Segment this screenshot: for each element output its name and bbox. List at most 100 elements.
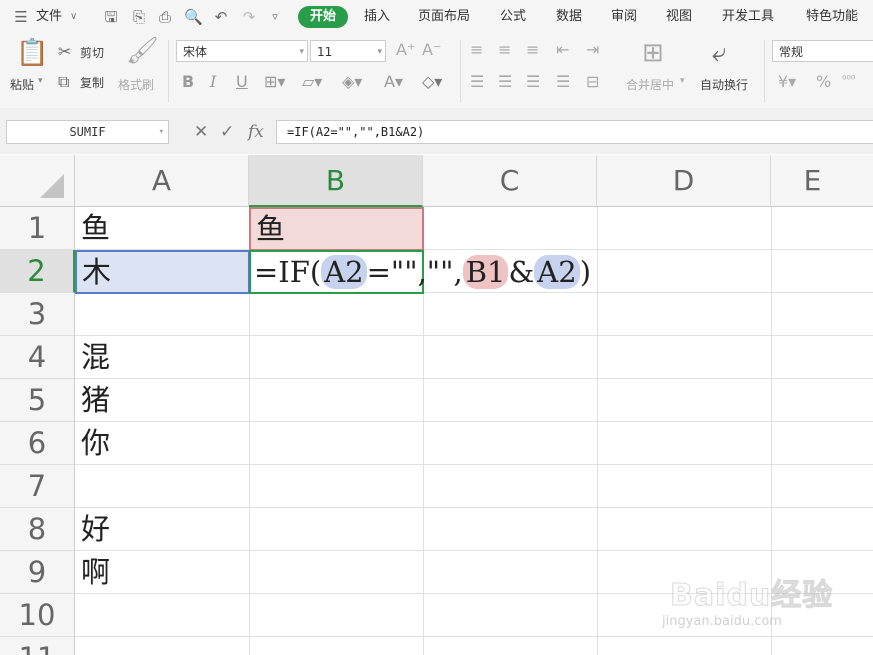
increase-font-icon[interactable]: A⁺ <box>396 40 415 60</box>
align-middle-icon[interactable]: ≡ <box>498 40 511 60</box>
ribbon-divider <box>168 40 169 102</box>
scissors-icon[interactable]: ✂ <box>58 42 71 62</box>
paste-icon[interactable]: 📋 <box>16 38 48 68</box>
column-header-b[interactable]: B <box>249 155 423 207</box>
number-format-select[interactable]: 常规 <box>772 40 873 62</box>
formula-ref-a2: A2 <box>534 255 580 289</box>
row-header-2[interactable]: 2 <box>0 250 75 293</box>
tab-page-layout[interactable]: 页面布局 <box>418 0 470 34</box>
tab-home[interactable]: 开始 <box>298 6 348 28</box>
decrease-indent-icon[interactable]: ⇤ <box>556 40 569 60</box>
clear-format-icon[interactable]: ◇▾ <box>422 72 442 92</box>
hamburger-menu-icon[interactable]: ☰ <box>12 8 30 26</box>
tab-data[interactable]: 数据 <box>556 0 582 34</box>
cancel-icon[interactable]: ✕ <box>194 122 208 142</box>
italic-icon[interactable]: I <box>210 72 216 92</box>
wrap-text-icon[interactable]: ⤶ <box>712 38 727 68</box>
formula-text: & <box>508 255 535 289</box>
cell-a2[interactable]: 木 <box>75 250 250 294</box>
tab-special-features[interactable]: 特色功能 <box>806 0 858 34</box>
cell-style-icon[interactable]: ▱▾ <box>302 72 322 92</box>
redo-icon[interactable]: ↷ <box>240 8 258 26</box>
row-header-4[interactable]: 4 <box>0 336 75 379</box>
insert-function-icon[interactable]: fx <box>248 122 264 142</box>
fill-color-icon[interactable]: ◈▾ <box>342 72 362 92</box>
row-header-10[interactable]: 10 <box>0 594 75 637</box>
column-header-d[interactable]: D <box>597 155 771 207</box>
merge-center-button[interactable]: 合并居中 <box>626 76 674 93</box>
align-center-icon[interactable]: ☰ <box>498 72 512 92</box>
font-size-value: 11 <box>317 45 333 59</box>
row-header-9[interactable]: 9 <box>0 551 75 594</box>
formula-input[interactable]: =IF(A2="","",B1&A2) <box>276 120 873 144</box>
print-preview-icon[interactable]: 🔍 <box>184 8 203 26</box>
align-bottom-icon[interactable]: ≡ <box>526 40 539 60</box>
undo-icon[interactable]: ↶ <box>212 8 230 26</box>
print-icon[interactable]: ⎙ <box>156 8 174 26</box>
font-name-select[interactable]: 宋体 ▾ <box>176 40 308 62</box>
bold-icon[interactable]: B <box>182 72 194 92</box>
cell-a9[interactable]: 啊 <box>75 551 249 594</box>
align-left-icon[interactable]: ☰ <box>470 72 484 92</box>
cell-a8[interactable]: 好 <box>75 508 249 551</box>
row-header-11[interactable]: 11 <box>0 637 75 655</box>
name-box[interactable]: SUMIF ▾ <box>6 120 169 144</box>
paste-dropdown-icon[interactable]: ▾ <box>38 76 43 86</box>
cell-b2-editing[interactable]: =IF(A2 ="","", B1 & A2) <box>249 250 591 294</box>
format-painter-icon[interactable]: 🖌 <box>126 36 159 66</box>
file-dropdown-icon[interactable]: ∨ <box>70 0 77 34</box>
row-header-1[interactable]: 1 <box>0 207 75 250</box>
cut-button[interactable]: 剪切 <box>80 44 104 61</box>
align-top-icon[interactable]: ≡ <box>470 40 483 60</box>
confirm-icon[interactable]: ✓ <box>220 122 234 142</box>
align-right-icon[interactable]: ☰ <box>526 72 540 92</box>
tab-view[interactable]: 视图 <box>666 0 692 34</box>
column-header-e[interactable]: E <box>771 155 873 207</box>
column-header-a[interactable]: A <box>75 155 249 207</box>
row-header-6[interactable]: 6 <box>0 422 75 465</box>
decrease-font-icon[interactable]: A⁻ <box>422 40 441 60</box>
gridline <box>597 207 598 655</box>
chevron-down-icon: ▾ <box>158 127 164 137</box>
copy-icon[interactable]: ⧉ <box>58 72 69 92</box>
formula-ref-b1: B1 <box>462 255 509 289</box>
justify-icon[interactable]: ☰ <box>556 72 570 92</box>
row-header-7[interactable]: 7 <box>0 465 75 508</box>
save-icon[interactable]: 🖫 <box>102 8 120 26</box>
row-header-8[interactable]: 8 <box>0 508 75 551</box>
tab-developer[interactable]: 开发工具 <box>722 0 774 34</box>
merge-dropdown-icon[interactable]: ▾ <box>680 76 685 86</box>
row-header-5[interactable]: 5 <box>0 379 75 422</box>
file-menu[interactable]: 文件 <box>36 0 62 34</box>
select-all-corner[interactable] <box>0 155 75 207</box>
borders-icon[interactable]: ⊞▾ <box>264 72 285 92</box>
font-size-select[interactable]: 11 ▾ <box>310 40 386 62</box>
cell-a4[interactable]: 混 <box>75 336 249 379</box>
cell-a6[interactable]: 你 <box>75 422 249 465</box>
underline-icon[interactable]: U <box>236 72 248 92</box>
wrap-text-button[interactable]: 自动换行 <box>700 76 748 93</box>
menu-bar: ☰ 文件 ∨ 🖫 ⎘ ⎙ 🔍 ↶ ↷ ▿ 开始 插入 页面布局 公式 数据 审阅… <box>0 0 873 34</box>
distributed-icon[interactable]: ⊟ <box>586 72 599 92</box>
paste-button[interactable]: 粘贴 <box>10 76 34 93</box>
thousands-separator-icon[interactable]: ⁰⁰⁰ <box>842 70 855 90</box>
cell-a1[interactable]: 鱼 <box>75 207 249 250</box>
tab-insert[interactable]: 插入 <box>364 0 390 34</box>
increase-indent-icon[interactable]: ⇥ <box>586 40 599 60</box>
currency-icon[interactable]: ¥▾ <box>778 72 796 92</box>
merge-center-icon[interactable]: ⊞ <box>642 38 664 68</box>
ribbon-toolbar: 📋 粘贴 ▾ ✂ 剪切 ⧉ 复制 🖌 格式刷 宋体 ▾ 11 ▾ A⁺ A⁻ B I… <box>0 34 873 109</box>
percent-icon[interactable]: % <box>816 72 831 92</box>
font-color-icon[interactable]: A▾ <box>384 72 403 92</box>
cell-a5[interactable]: 猪 <box>75 379 249 422</box>
row-header-3[interactable]: 3 <box>0 293 75 336</box>
cell-b1[interactable]: 鱼 <box>249 207 424 251</box>
format-painter-button[interactable]: 格式刷 <box>118 76 154 93</box>
copy-button[interactable]: 复制 <box>80 74 104 91</box>
column-header-c[interactable]: C <box>423 155 597 207</box>
customize-toolbar-icon[interactable]: ▿ <box>266 8 284 26</box>
tab-formulas[interactable]: 公式 <box>500 0 526 34</box>
tab-review[interactable]: 审阅 <box>611 0 637 34</box>
export-icon[interactable]: ⎘ <box>130 8 148 26</box>
name-box-value: SUMIF <box>69 125 106 139</box>
